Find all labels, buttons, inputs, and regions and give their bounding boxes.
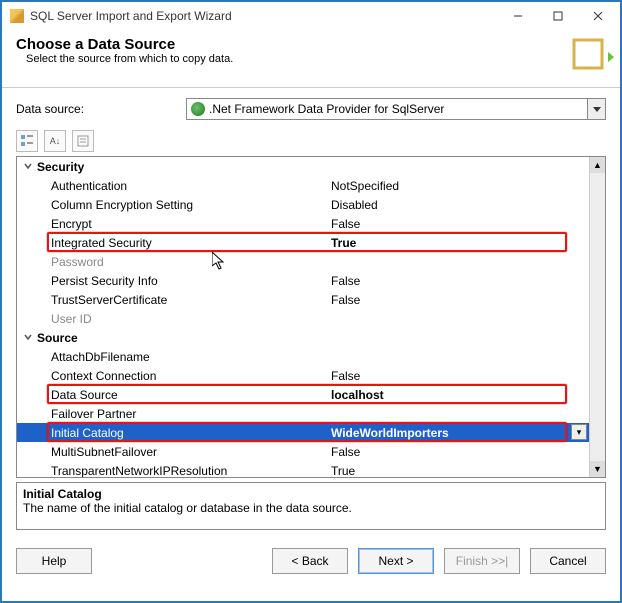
description-heading: Initial Catalog [23, 487, 599, 501]
property-row[interactable]: TransparentNetworkIPResolutionTrue [17, 461, 589, 477]
property-key: MultiSubnetFailover [51, 445, 331, 459]
property-key: Failover Partner [51, 407, 331, 421]
page-title: Choose a Data Source [16, 36, 606, 53]
property-value[interactable]: False [331, 445, 589, 459]
property-value[interactable]: NotSpecified [331, 179, 589, 193]
property-key: TrustServerCertificate [51, 293, 331, 307]
property-row[interactable]: TrustServerCertificateFalse [17, 290, 589, 309]
property-key: Context Connection [51, 369, 331, 383]
property-value[interactable]: False [331, 217, 589, 231]
property-key: Initial Catalog [51, 426, 331, 440]
property-key: Integrated Security [51, 236, 331, 250]
property-row[interactable]: Integrated SecurityTrue [17, 233, 589, 252]
property-key: Data Source [51, 388, 331, 402]
property-key: Column Encryption Setting [51, 198, 331, 212]
back-button[interactable]: < Back [272, 548, 348, 574]
property-key: AttachDbFilename [51, 350, 331, 364]
property-value[interactable]: localhost [331, 388, 589, 402]
property-value[interactable]: True [331, 464, 589, 478]
property-row[interactable]: AuthenticationNotSpecified [17, 176, 589, 195]
data-source-label: Data source: [16, 102, 186, 116]
category-security[interactable]: Security [17, 157, 589, 176]
data-source-value: .Net Framework Data Provider for SqlServ… [209, 102, 587, 116]
property-key: User ID [51, 312, 331, 326]
property-key: Password [51, 255, 331, 269]
close-button[interactable] [578, 4, 618, 28]
property-row[interactable]: EncryptFalse [17, 214, 589, 233]
scroll-down-button[interactable]: ▼ [590, 461, 605, 477]
scroll-up-button[interactable]: ▲ [590, 157, 605, 173]
property-key: Persist Security Info [51, 274, 331, 288]
scrollbar-vertical[interactable]: ▲ ▼ [589, 157, 605, 477]
property-row[interactable]: Column Encryption SettingDisabled [17, 195, 589, 214]
property-key: TransparentNetworkIPResolution [51, 464, 331, 478]
minimize-button[interactable] [498, 4, 538, 28]
property-row[interactable]: MultiSubnetFailoverFalse [17, 442, 589, 461]
property-row[interactable]: AttachDbFilename [17, 347, 589, 366]
property-value[interactable]: WideWorldImporters [331, 426, 589, 440]
property-value[interactable]: False [331, 369, 589, 383]
finish-button: Finish >>| [444, 548, 520, 574]
chevron-down-icon [23, 331, 37, 345]
description-panel: Initial Catalog The name of the initial … [16, 482, 606, 530]
window-title: SQL Server Import and Export Wizard [30, 9, 498, 23]
maximize-button[interactable] [538, 4, 578, 28]
category-source[interactable]: Source [17, 328, 589, 347]
property-row[interactable]: Persist Security InfoFalse [17, 271, 589, 290]
help-button[interactable]: Help [16, 548, 92, 574]
property-value[interactable]: True [331, 236, 589, 250]
property-value[interactable]: False [331, 293, 589, 307]
property-row[interactable]: Context ConnectionFalse [17, 366, 589, 385]
property-key: Encrypt [51, 217, 331, 231]
chevron-down-icon[interactable]: ▾ [571, 424, 587, 440]
property-grid[interactable]: SecurityAuthenticationNotSpecifiedColumn… [16, 156, 606, 478]
provider-icon [191, 102, 205, 116]
alphabetical-view-button[interactable]: A↓ [44, 130, 66, 152]
property-row[interactable]: Failover Partner [17, 404, 589, 423]
wizard-decor-icon [568, 34, 614, 80]
property-value[interactable]: False [331, 274, 589, 288]
property-pages-button[interactable] [72, 130, 94, 152]
app-icon [10, 9, 24, 23]
cancel-button[interactable]: Cancel [530, 548, 606, 574]
chevron-down-icon [23, 160, 37, 174]
data-source-combo[interactable]: .Net Framework Data Provider for SqlServ… [186, 98, 606, 120]
property-row[interactable]: Password [17, 252, 589, 271]
description-body: The name of the initial catalog or datab… [23, 501, 599, 515]
property-value[interactable]: Disabled [331, 198, 589, 212]
property-row[interactable]: Initial CatalogWideWorldImporters▾ [17, 423, 589, 442]
chevron-down-icon[interactable] [587, 99, 605, 119]
property-key: Authentication [51, 179, 331, 193]
next-button[interactable]: Next > [358, 548, 434, 574]
property-row[interactable]: Data Sourcelocalhost [17, 385, 589, 404]
page-subtitle: Select the source from which to copy dat… [26, 53, 606, 65]
property-row[interactable]: User ID [17, 309, 589, 328]
categorized-view-button[interactable] [16, 130, 38, 152]
